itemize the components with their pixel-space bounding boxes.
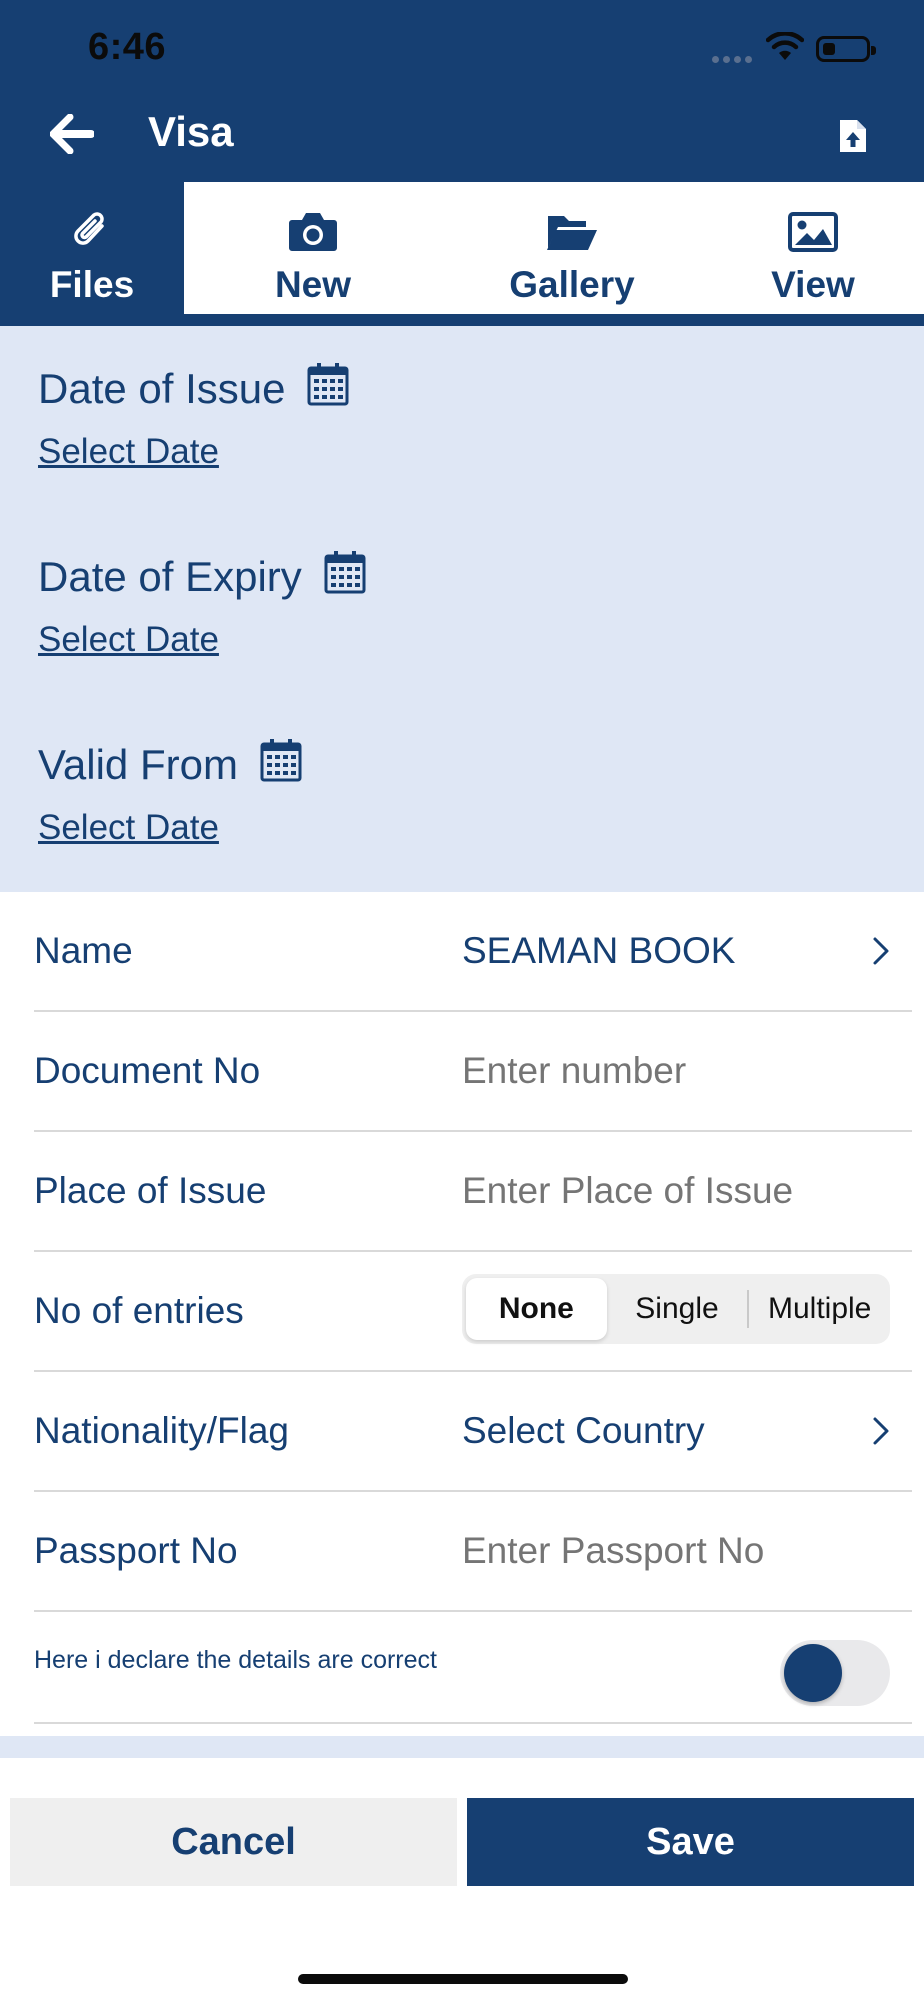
nationality-row[interactable]: Nationality/Flag Select Country [34, 1372, 912, 1492]
name-label: Name [34, 930, 133, 971]
calendar-icon[interactable] [307, 362, 349, 416]
document-no-row: Document No [34, 1012, 912, 1132]
tab-gallery[interactable]: Gallery [442, 182, 702, 314]
valid-from-label: Valid From [38, 738, 302, 792]
entries-option-single[interactable]: Single [607, 1278, 748, 1340]
toggle-knob [784, 1644, 842, 1702]
chevron-right-icon [872, 1416, 890, 1451]
save-button[interactable]: Save [467, 1798, 914, 1886]
entries-segmented-control: None Single Multiple [462, 1274, 890, 1344]
date-of-expiry-select[interactable]: Select Date [38, 620, 219, 660]
folder-open-icon [546, 192, 598, 252]
tab-view-label: View [771, 264, 855, 305]
home-indicator[interactable] [298, 1974, 628, 1984]
page-title: Visa [148, 108, 234, 155]
section-divider [0, 1736, 924, 1758]
entries-label: No of entries [34, 1290, 244, 1331]
date-of-issue-label: Date of Issue [38, 362, 349, 416]
battery-icon [816, 36, 876, 62]
calendar-icon[interactable] [260, 738, 302, 792]
tab-files-label: Files [49, 264, 135, 305]
cancel-button[interactable]: Cancel [10, 1798, 457, 1886]
cellular-signal-icon [712, 56, 752, 63]
entries-option-none[interactable]: None [466, 1278, 607, 1340]
place-of-issue-input[interactable] [462, 1170, 902, 1212]
valid-from-text: Valid From [38, 741, 238, 788]
place-of-issue-label: Place of Issue [34, 1170, 267, 1211]
place-of-issue-row: Place of Issue [34, 1132, 912, 1252]
status-time: 6:46 [88, 26, 167, 68]
entries-row: No of entries None Single Multiple [34, 1252, 912, 1372]
passport-no-input[interactable] [462, 1530, 902, 1572]
arrow-left-icon [49, 113, 95, 159]
date-of-expiry-label: Date of Expiry [38, 550, 366, 604]
tab-view[interactable]: View [702, 182, 924, 314]
date-section: Date of Issue Select Date Date of Expiry [0, 326, 924, 892]
tab-gallery-label: Gallery [509, 264, 635, 305]
camera-icon [288, 192, 338, 252]
wifi-icon [765, 31, 805, 67]
tab-files[interactable]: Files [0, 182, 184, 314]
paperclip-icon [72, 192, 112, 252]
upload-button[interactable] [830, 112, 874, 162]
name-row[interactable]: Name SEAMAN BOOK [34, 892, 912, 1012]
date-of-issue-select[interactable]: Select Date [38, 432, 219, 472]
entries-option-multiple[interactable]: Multiple [749, 1278, 890, 1340]
passport-no-row: Passport No [34, 1492, 912, 1612]
nationality-label: Nationality/Flag [34, 1410, 290, 1451]
date-of-expiry-text: Date of Expiry [38, 553, 302, 600]
chevron-right-icon [872, 936, 890, 971]
tab-new[interactable]: New [184, 182, 442, 314]
calendar-icon[interactable] [324, 550, 366, 604]
document-no-input[interactable] [462, 1050, 902, 1092]
date-of-issue-text: Date of Issue [38, 365, 286, 412]
declaration-label: Here i declare the details are correct [34, 1646, 437, 1674]
tab-new-label: New [274, 264, 352, 305]
declaration-toggle[interactable] [780, 1640, 890, 1706]
file-upload-icon [830, 120, 868, 158]
declaration-row: Here i declare the details are correct [34, 1604, 912, 1724]
image-icon [788, 192, 838, 252]
passport-no-label: Passport No [34, 1530, 238, 1571]
back-button[interactable] [44, 108, 100, 164]
document-no-label: Document No [34, 1050, 261, 1091]
name-value: SEAMAN BOOK [462, 930, 736, 971]
nationality-value: Select Country [462, 1410, 705, 1451]
valid-from-select[interactable]: Select Date [38, 808, 219, 848]
